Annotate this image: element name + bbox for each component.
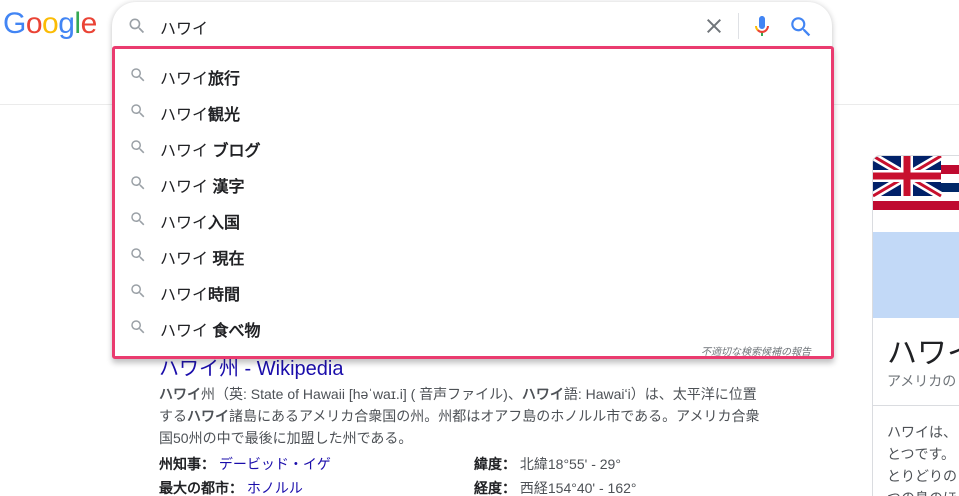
suggestion-base: ハワイ [160, 323, 213, 340]
fact-key: 最大の都市： [159, 480, 243, 496]
kp-divider [873, 405, 959, 406]
suggestion-item[interactable]: ハワイ入国 [115, 201, 831, 237]
search-icon [131, 320, 145, 334]
fact-key: 緯度： [474, 456, 516, 472]
suggestion-completion: 旅行 [208, 71, 241, 88]
search-icon [131, 140, 145, 154]
suggestion-item[interactable]: ハワイ時間 [115, 273, 831, 309]
suggestion-base: ハワイ [160, 71, 209, 88]
suggestion-text: ハワイ 漢字 [160, 173, 244, 197]
search-box[interactable]: ハワイ [112, 2, 832, 50]
fact-largest-city: 最大の都市： ホノルル [159, 476, 303, 496]
logo-letter: e [80, 7, 98, 40]
search-input[interactable]: ハワイ [160, 15, 208, 39]
suggestion-item[interactable]: ハワイ 漢字 [115, 165, 831, 201]
logo-letter: o [25, 7, 43, 40]
fact-key: 経度： [474, 480, 516, 496]
snippet-highlight: ハワイ [159, 386, 201, 402]
fact-key: 州知事： [159, 456, 215, 472]
snippet-highlight: ハワイ [521, 386, 564, 402]
suggestion-completion: 観光 [208, 107, 241, 124]
suggestion-item[interactable]: ハワイ 食べ物 [115, 309, 831, 345]
suggestion-item[interactable]: ハワイ ブログ [115, 129, 831, 165]
suggestion-item[interactable]: ハワイ観光 [115, 93, 831, 129]
suggestion-text: ハワイ時間 [160, 281, 240, 305]
fact-value: 北緯18°55' - 29° [519, 456, 621, 472]
suggestion-completion: ブログ [212, 143, 261, 160]
suggestion-item[interactable]: ハワイ 現在 [115, 237, 831, 273]
logo-letter: g [58, 7, 75, 40]
report-suggestions-link[interactable]: 不適切な検索候補の報告 [701, 343, 811, 358]
search-icon [131, 104, 145, 118]
knowledge-panel: ハワイ アメリカの ハワイは、 とつです。 とりどりの つの島のほ [872, 155, 959, 496]
kp-subtitle: アメリカの [887, 373, 957, 389]
suggestion-completion: 時間 [208, 287, 241, 304]
suggestions-dropdown: 不適切な検索候補の報告 ハワイ旅行 ハワイ観光 ハワイ ブログ ハワイ 漢字 ハワイ入国… [112, 46, 834, 359]
kp-title: ハワイ [887, 337, 959, 370]
kp-desc-line: とつです。 [887, 446, 956, 462]
search-icon [131, 212, 145, 226]
snippet-highlight: ハワイ [187, 408, 229, 424]
suggestion-base: ハワイ [160, 143, 213, 160]
mic-icon[interactable] [750, 13, 774, 39]
suggestion-base: ハワイ [160, 287, 209, 304]
suggestion-completion: 漢字 [212, 179, 245, 196]
close-icon[interactable] [702, 14, 726, 38]
kp-desc-line: ハワイは、 [887, 424, 957, 440]
fact-longitude: 経度： 西経154°40' - 162° [474, 476, 637, 496]
suggestion-completion: 食べ物 [212, 323, 261, 340]
search-icon [131, 248, 145, 262]
kp-description: ハワイは、 とつです。 とりどりの つの島のほ [887, 421, 957, 496]
google-logo[interactable]: Google [3, 7, 97, 41]
snippet-text: 州（英: State of Hawaii [həˈwaɪ.i] ( 音声ファイル… [201, 386, 522, 402]
fact-governor: 州知事： デービッド・イゲ [159, 452, 331, 476]
search-icon [131, 68, 145, 82]
search-icon [129, 18, 145, 34]
suggestion-text: ハワイ 食べ物 [160, 317, 260, 341]
suggestion-base: ハワイ [160, 107, 209, 124]
fact-value-link[interactable]: デービッド・イゲ [219, 456, 331, 472]
suggestion-item[interactable]: ハワイ旅行 [115, 57, 831, 93]
fact-value: 西経154°40' - 162° [519, 480, 637, 496]
search-icon [131, 284, 145, 298]
logo-letter: o [42, 7, 59, 40]
suggestion-completion: 現在 [212, 251, 245, 268]
suggestion-text: ハワイ 現在 [160, 245, 244, 269]
search-icon [131, 176, 145, 190]
hawaii-flag-image[interactable] [873, 156, 959, 232]
suggestion-text: ハワイ旅行 [160, 65, 240, 89]
snippet-text: 諸島にあるアメリカ合衆国の州。州都はオアフ島のホノルル市である。アメリカ合衆国5… [159, 408, 760, 446]
suggestion-base: ハワイ [160, 251, 213, 268]
search-divider [738, 13, 739, 39]
suggestion-text: ハワイ入国 [160, 209, 240, 233]
fact-latitude: 緯度： 北緯18°55' - 29° [474, 452, 621, 476]
suggestion-text: ハワイ ブログ [160, 137, 260, 161]
suggestion-base: ハワイ [160, 179, 213, 196]
suggestion-base: ハワイ [160, 215, 209, 232]
map-image[interactable] [873, 232, 959, 318]
fact-value-link[interactable]: ホノルル [247, 480, 303, 496]
suggestion-text: ハワイ観光 [160, 101, 240, 125]
search-submit-icon[interactable] [788, 14, 814, 40]
suggestion-completion: 入国 [208, 215, 241, 232]
result-snippet: ハワイ州（英: State of Hawaii [həˈwaɪ.i] ( 音声フ… [159, 383, 769, 449]
kp-desc-line: つの島のほ [887, 487, 957, 496]
logo-letter: G [3, 7, 26, 40]
kp-desc-line: とりどりの [887, 468, 957, 484]
